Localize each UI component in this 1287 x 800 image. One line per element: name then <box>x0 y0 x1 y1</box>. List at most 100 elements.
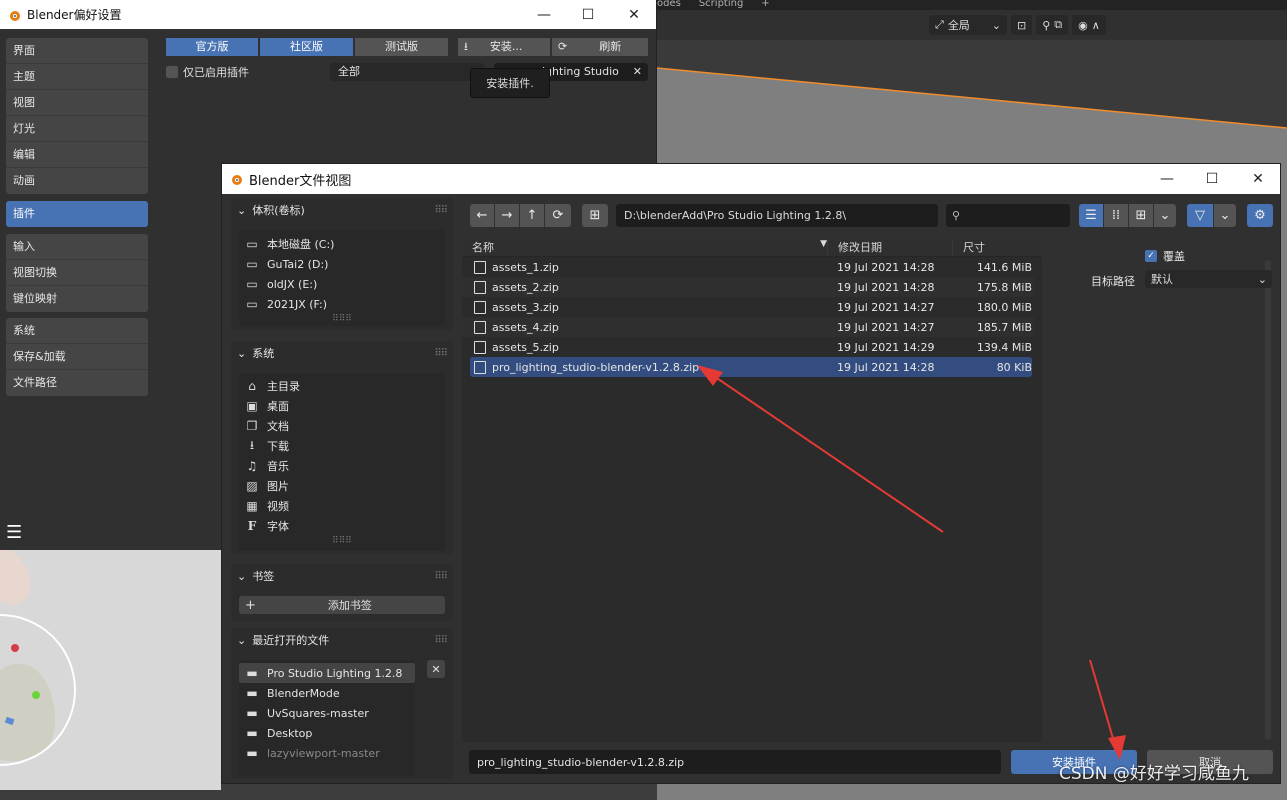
close-icon[interactable]: ✕ <box>1235 164 1281 194</box>
sidebar-item-save-load[interactable]: 保存&加载 <box>6 344 148 370</box>
filter-options-dropdown[interactable]: ⌄ <box>1214 204 1236 227</box>
volume-item[interactable]: ▭ oldJX (E:) <box>239 274 445 294</box>
minimize-icon[interactable]: — <box>1144 164 1190 194</box>
clear-search-icon[interactable]: ✕ <box>633 63 642 81</box>
location-videos[interactable]: ▦ 视频 <box>239 496 445 516</box>
sidebar-item-system[interactable]: 系统 <box>6 318 148 344</box>
menu-icon[interactable]: ☰ <box>6 522 22 543</box>
home-icon: ⌂ <box>248 379 256 393</box>
clear-recent-button[interactable]: ✕ <box>427 660 445 678</box>
panel-header[interactable]: ⌄ 最近打开的文件 ⠿⠿ <box>231 628 453 652</box>
recent-item[interactable]: ▬ Pro Studio Lighting 1.2.8 <box>239 663 415 683</box>
bookmarks-panel: ⌄ 书签 ⠿⠿ + 添加书签 <box>231 564 453 621</box>
file-row-selected[interactable]: pro_lighting_studio-blender-v1.2.8.zip 1… <box>470 357 1032 377</box>
recent-item[interactable]: ▬ lazyviewport-master <box>239 743 415 763</box>
view-options-dropdown[interactable]: ⌄ <box>1154 204 1176 227</box>
drag-handle-icon[interactable]: ⠿⠿ <box>434 348 448 359</box>
sidebar-item-themes[interactable]: 主题 <box>6 64 148 90</box>
location-music[interactable]: ♫ 音乐 <box>239 456 445 476</box>
sidebar-item-animation[interactable]: 动画 <box>6 168 148 194</box>
volume-item[interactable]: ▭ 2021JX (F:) <box>239 294 445 314</box>
recent-item[interactable]: ▬ BlenderMode <box>239 683 415 703</box>
panel-header[interactable]: ⌄ 体积(卷标) ⠿⠿ <box>231 198 453 222</box>
volume-item[interactable]: ▭ 本地磁盘 (C:) <box>239 234 445 254</box>
parent-directory-button[interactable]: ↑ <box>520 204 544 227</box>
column-size[interactable]: 尺寸 <box>952 238 1042 255</box>
view-vertical-list-button[interactable]: ⁞⁞ <box>1104 204 1128 227</box>
new-folder-button[interactable]: ⊞ <box>582 204 608 227</box>
settings-button[interactable]: ⚙ <box>1247 204 1273 227</box>
tab-community[interactable]: 社区版 <box>260 38 353 56</box>
file-row[interactable]: assets_2.zip 19 Jul 2021 14:28 175.8 MiB <box>462 277 1034 297</box>
filename-input[interactable]: pro_lighting_studio-blender-v1.2.8.zip <box>469 750 1001 774</box>
location-fonts[interactable]: F 字体 <box>239 516 445 536</box>
add-workspace-button[interactable]: + <box>761 0 769 9</box>
window-title: Blender文件视图 <box>249 173 352 189</box>
refresh-button[interactable]: ⟳ 刷新 <box>552 38 648 56</box>
location-home[interactable]: ⌂ 主目录 <box>239 376 445 396</box>
sidebar-group: 插件 <box>6 201 148 227</box>
volume-item[interactable]: ▭ GuTai2 (D:) <box>239 254 445 274</box>
location-desktop[interactable]: ▣ 桌面 <box>239 396 445 416</box>
zip-file-icon <box>474 360 486 374</box>
resize-handle-icon[interactable]: ⠿⠿⠿ <box>239 314 445 324</box>
directory-path-input[interactable]: D:\blenderAdd\Pro Studio Lighting 1.2.8\ <box>616 204 938 227</box>
sidebar-item-input[interactable]: 输入 <box>6 234 148 260</box>
proportional-edit[interactable]: ◉ ∧ <box>1072 15 1106 35</box>
file-search-input[interactable]: ⚲ <box>946 204 1070 227</box>
column-name[interactable]: 名称 ▼ <box>462 239 827 255</box>
file-row[interactable]: assets_4.zip 19 Jul 2021 14:27 185.7 MiB <box>462 317 1034 337</box>
folder-icon: ▬ <box>246 726 258 740</box>
maximize-icon[interactable]: ☐ <box>565 0 611 29</box>
back-button[interactable]: ← <box>470 204 494 227</box>
overwrite-checkbox[interactable]: ✓ 覆盖 <box>1145 248 1185 264</box>
view-list-button[interactable]: ☰ <box>1079 204 1103 227</box>
file-row[interactable]: assets_5.zip 19 Jul 2021 14:29 139.4 MiB <box>462 337 1034 357</box>
drag-handle-icon[interactable]: ⠿⠿ <box>434 635 448 646</box>
refresh-button[interactable]: ⟳ <box>545 204 571 227</box>
file-row[interactable]: assets_1.zip 19 Jul 2021 14:28 141.6 MiB <box>462 257 1034 277</box>
sidebar-item-viewport[interactable]: 视图 <box>6 90 148 116</box>
file-row[interactable]: assets_3.zip 19 Jul 2021 14:27 180.0 MiB <box>462 297 1034 317</box>
sidebar-item-navigation[interactable]: 视图切换 <box>6 260 148 286</box>
sidebar-item-editing[interactable]: 编辑 <box>6 142 148 168</box>
resize-handle-icon[interactable]: ⠿⠿⠿ <box>239 536 445 546</box>
tab-testing[interactable]: 测试版 <box>355 38 448 56</box>
install-addon-button[interactable]: ⭳ 安装... <box>458 38 550 56</box>
location-pictures[interactable]: ▨ 图片 <box>239 476 445 496</box>
enabled-only-checkbox[interactable]: 仅已启用插件 <box>166 64 249 80</box>
forward-button[interactable]: → <box>495 204 519 227</box>
file-list-scrollbar[interactable] <box>1265 260 1271 740</box>
snap-dropdown[interactable]: ⚲ ⧉ <box>1036 15 1069 35</box>
close-icon[interactable]: ✕ <box>611 0 657 29</box>
blender-logo-icon <box>232 175 242 185</box>
workspace-tab[interactable]: Scripting <box>699 0 743 9</box>
system-list: ⌂ 主目录 ▣ 桌面 ❐ 文档 ⭳ 下载 ♫ 音乐 ▨ 图片 ▦ 视频 F 字体 ⠿⠿⠿ <box>239 373 445 551</box>
minimize-icon[interactable]: — <box>521 0 567 29</box>
sidebar-item-interface[interactable]: 界面 <box>6 38 148 64</box>
category-dropdown[interactable]: 全部 <box>330 63 484 81</box>
sidebar-item-keymap[interactable]: 键位映射 <box>6 286 148 312</box>
add-bookmark-button[interactable]: + 添加书签 <box>239 596 445 614</box>
drag-handle-icon[interactable]: ⠿⠿ <box>434 205 448 216</box>
target-path-dropdown[interactable]: 默认 ⌄ <box>1145 270 1272 288</box>
sidebar-item-file-paths[interactable]: 文件路径 <box>6 370 148 396</box>
download-icon: ⭳ <box>464 40 468 53</box>
tab-official[interactable]: 官方版 <box>166 38 258 56</box>
maximize-icon[interactable]: ☐ <box>1189 164 1235 194</box>
recent-item[interactable]: ▬ UvSquares-master <box>239 703 415 723</box>
drag-handle-icon[interactable]: ⠿⠿ <box>434 571 448 582</box>
location-downloads[interactable]: ⭳ 下载 <box>239 436 445 456</box>
panel-header[interactable]: ⌄ 书签 ⠿⠿ <box>231 564 453 588</box>
orientation-dropdown[interactable]: ⤢ 全局 ⌄ <box>929 15 1007 35</box>
recent-item[interactable]: ▬ Desktop <box>239 723 415 743</box>
column-date[interactable]: 修改日期 <box>827 238 952 255</box>
sidebar-item-addons[interactable]: 插件 <box>6 201 148 227</box>
panel-header[interactable]: ⌄ 系统 ⠿⠿ <box>231 341 453 365</box>
location-documents[interactable]: ❐ 文档 <box>239 416 445 436</box>
workspace-tab[interactable]: odes <box>657 0 681 9</box>
sidebar-item-lights[interactable]: 灯光 <box>6 116 148 142</box>
pivot-dropdown[interactable]: ⊡ <box>1011 15 1033 35</box>
filter-toggle-button[interactable]: ▽ <box>1187 204 1213 227</box>
view-thumbnails-button[interactable]: ⊞ <box>1129 204 1153 227</box>
